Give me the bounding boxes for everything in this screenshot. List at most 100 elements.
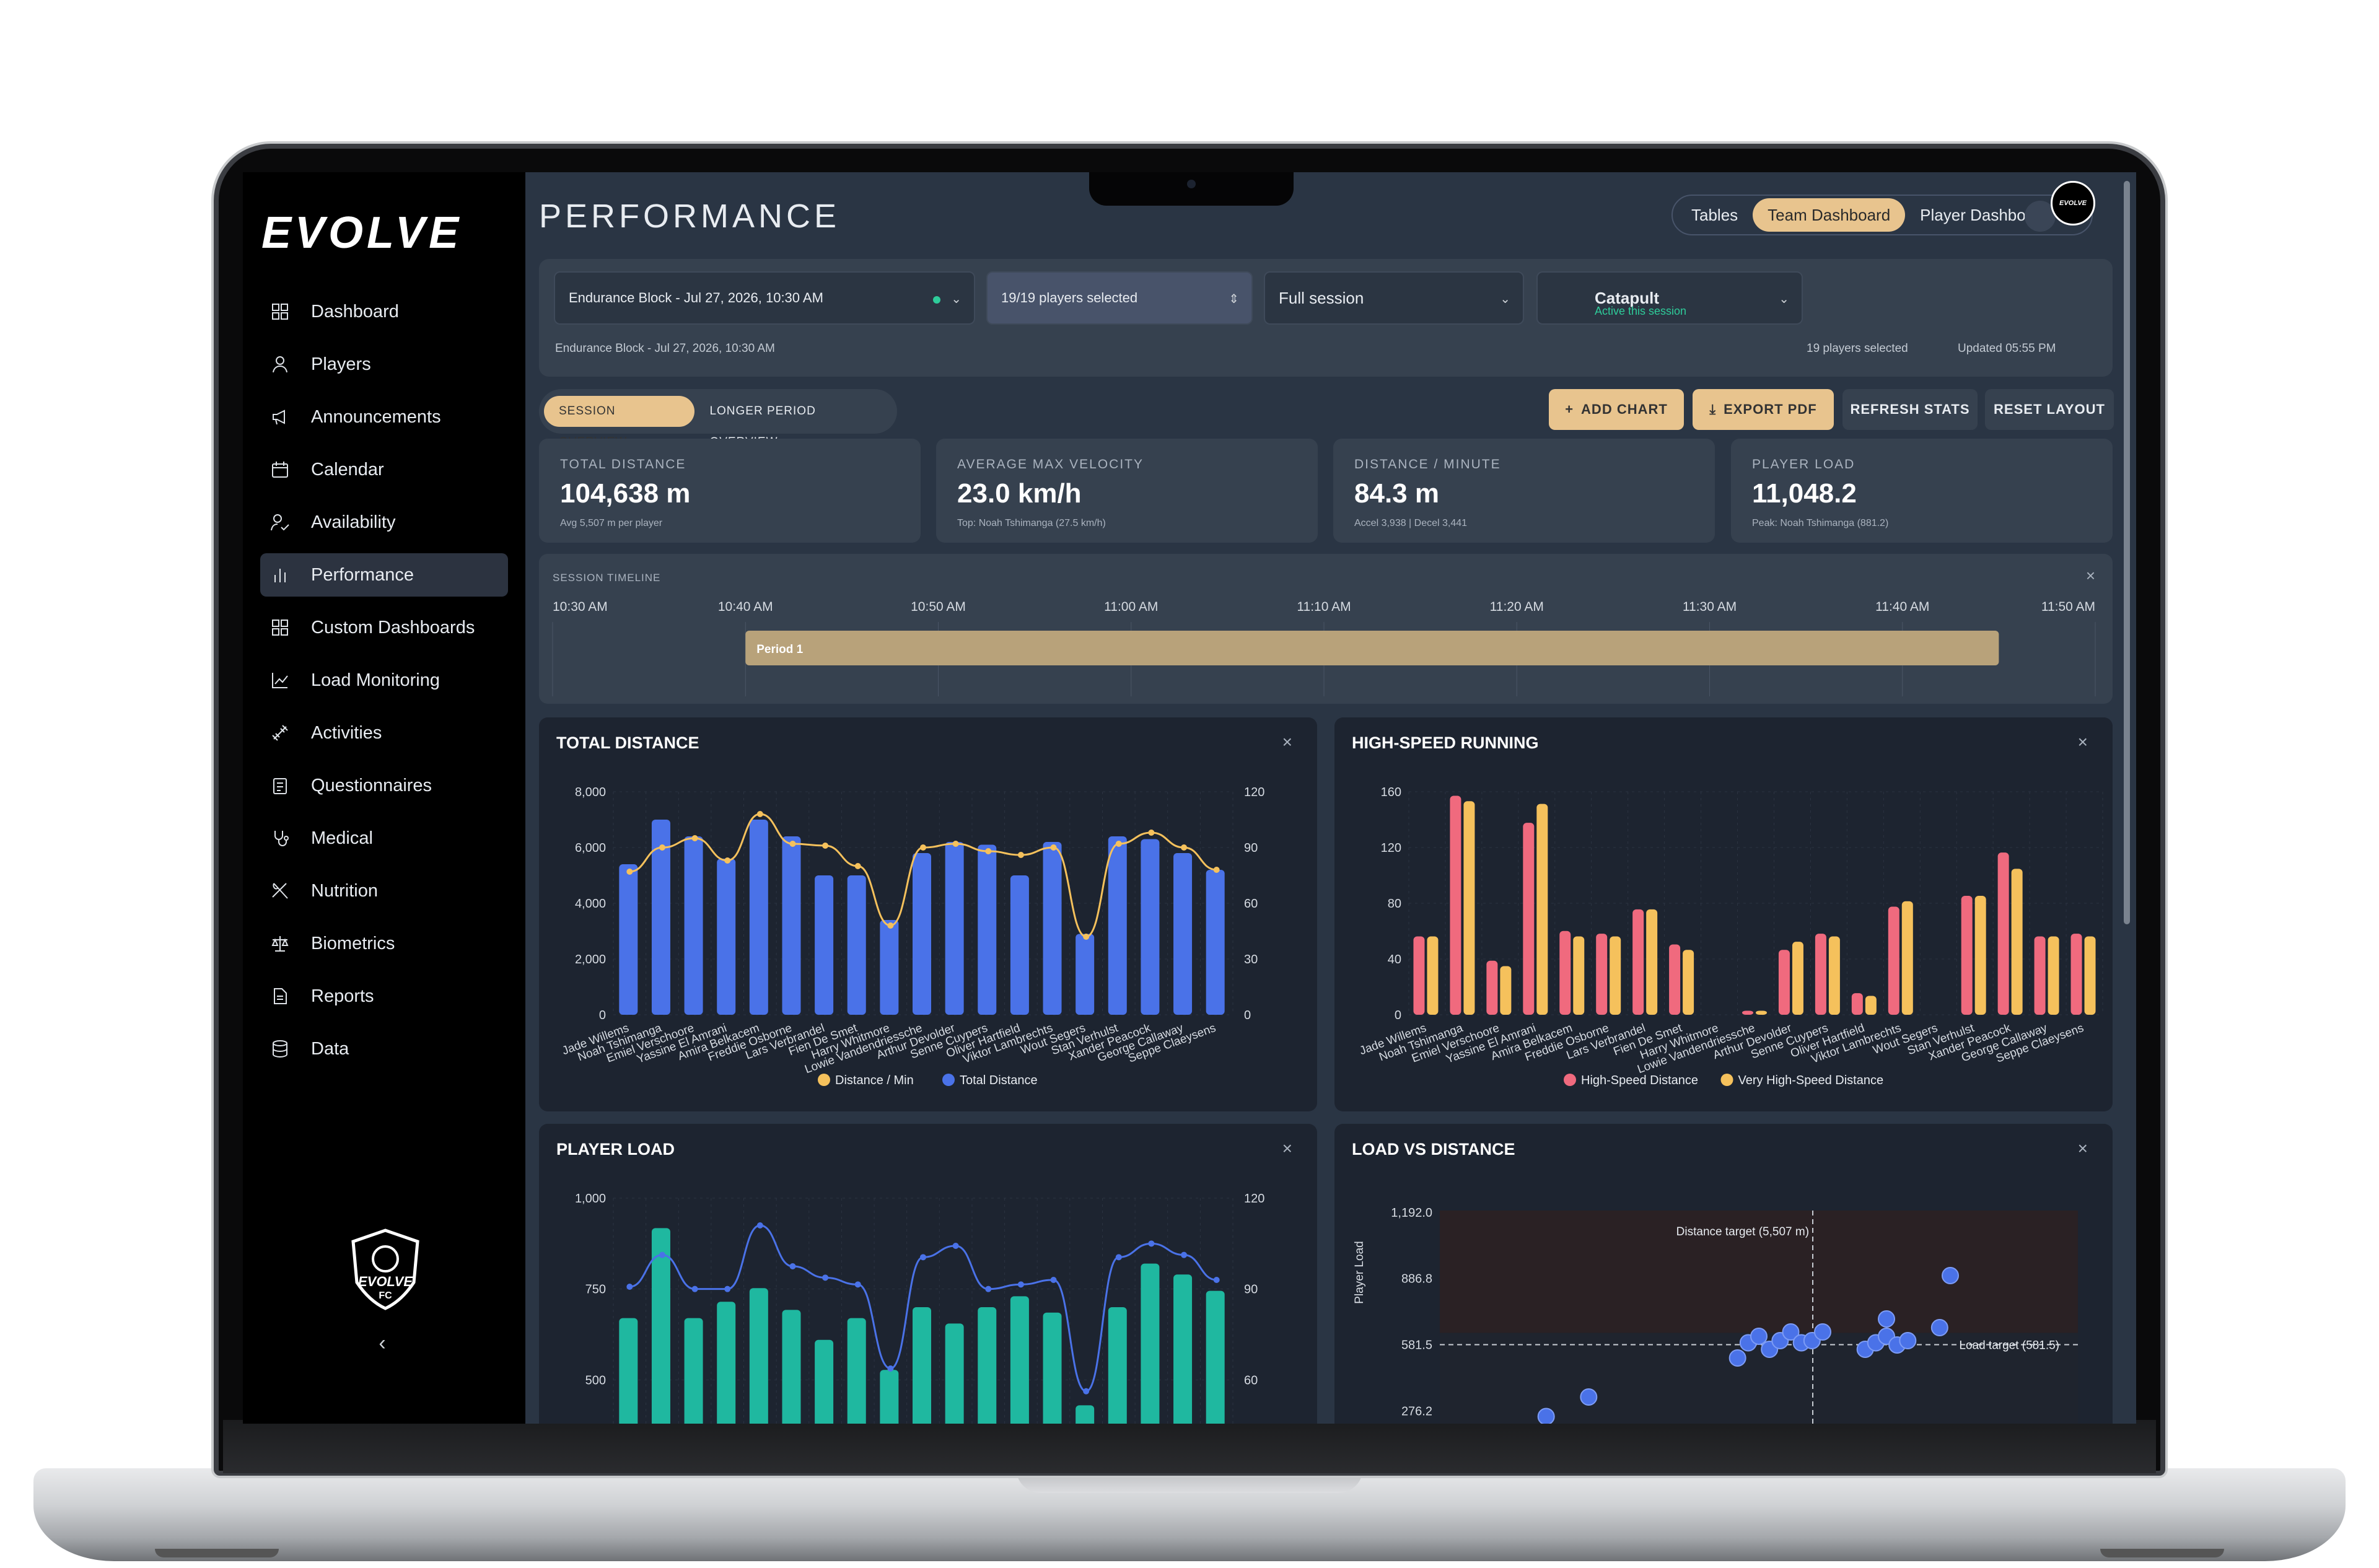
bar bbox=[684, 1318, 703, 1424]
add-chart-label: ADD CHART bbox=[1581, 401, 1668, 417]
overview-tabs: SESSION OVERVIEW LONGER PERIOD OVERVIEW bbox=[539, 389, 897, 449]
period-select-value: Full session bbox=[1279, 288, 1364, 307]
sidebar-item-players[interactable]: Players bbox=[260, 343, 508, 386]
timeline-tick-label: 10:40 AM bbox=[718, 600, 773, 614]
sidebar-item-dashboard[interactable]: Dashboard bbox=[260, 290, 508, 333]
bar bbox=[1010, 875, 1029, 1015]
players-select[interactable]: 19/19 players selected ⇕ bbox=[986, 271, 1253, 325]
laptop-foot-right bbox=[2100, 1549, 2224, 1557]
collapse-sidebar-chevron-icon[interactable]: ‹ bbox=[370, 1331, 395, 1356]
period-select[interactable]: Full session ⌄ bbox=[1264, 271, 1524, 325]
y2-tick-label: 30 bbox=[1244, 953, 1258, 966]
bar bbox=[1742, 1010, 1753, 1015]
sidebar-item-questionnaires[interactable]: Questionnaires bbox=[260, 764, 508, 807]
timeline-tick-label: 11:20 AM bbox=[1490, 600, 1544, 614]
sidebar-item-nutrition[interactable]: Nutrition bbox=[260, 869, 508, 913]
avatar[interactable]: EVOLVE bbox=[2051, 181, 2095, 226]
bar bbox=[1108, 1307, 1127, 1424]
legend-label: High-Speed Distance bbox=[1581, 1074, 1698, 1087]
y-tick-label: 8,000 bbox=[575, 786, 606, 799]
line-point bbox=[724, 1285, 731, 1292]
sidebar-item-medical[interactable]: Medical bbox=[260, 817, 508, 860]
y-tick-label: 6,000 bbox=[575, 841, 606, 855]
sidebar-item-label: Reports bbox=[311, 986, 374, 1006]
tab-session-overview[interactable]: SESSION OVERVIEW bbox=[544, 396, 695, 449]
line-point bbox=[1115, 841, 1122, 847]
tab-team-dashboard[interactable]: Team Dashboard bbox=[1753, 198, 1906, 232]
bar bbox=[1596, 934, 1608, 1015]
sidebar-item-label: Questionnaires bbox=[311, 775, 432, 795]
sidebar-item-custom-dashboards[interactable]: Custom Dashboards bbox=[260, 606, 508, 649]
close-icon[interactable]: × bbox=[1282, 1139, 1292, 1158]
export-pdf-button[interactable]: ⤓ EXPORT PDF bbox=[1693, 389, 1834, 430]
line-point bbox=[920, 844, 926, 851]
add-chart-button[interactable]: + ADD CHART bbox=[1549, 389, 1684, 430]
line-point bbox=[1017, 852, 1024, 858]
data-source-select[interactable]: Catapult Active this session ⌄ bbox=[1536, 271, 1803, 325]
line-point bbox=[789, 1263, 796, 1269]
bar bbox=[1901, 901, 1913, 1015]
evolve-logo: EVOLVE bbox=[261, 209, 458, 258]
kpi-card-player-load: PLAYER LOAD 11,048.2 Peak: Noah Tshimang… bbox=[1731, 439, 2113, 543]
bar bbox=[1646, 909, 1658, 1015]
kpi-label: DISTANCE / MINUTE bbox=[1354, 457, 1501, 471]
bar bbox=[847, 1318, 866, 1424]
sidebar-item-load-monitoring[interactable]: Load Monitoring bbox=[260, 659, 508, 702]
line-point bbox=[626, 1284, 633, 1290]
line-point bbox=[887, 922, 894, 929]
close-icon[interactable]: × bbox=[2078, 732, 2088, 752]
timeline-tick-label: 11:50 AM bbox=[2041, 600, 2095, 614]
scatter-point bbox=[1728, 1349, 1746, 1367]
kpi-value: 11,048.2 bbox=[1752, 478, 1857, 509]
high-speed-running-chart: 16012080400Jade WillemsNoah TshimangaEmi… bbox=[1358, 786, 2103, 1087]
line-point bbox=[1050, 1277, 1057, 1283]
tab-tables[interactable]: Tables bbox=[1676, 198, 1753, 232]
bar bbox=[1851, 993, 1863, 1015]
plus-icon: + bbox=[1565, 401, 1574, 417]
sidebar-item-biometrics[interactable]: Biometrics bbox=[260, 922, 508, 965]
close-icon[interactable]: × bbox=[2078, 1139, 2088, 1158]
bar bbox=[2034, 936, 2046, 1015]
bar bbox=[978, 1307, 997, 1424]
page-scrollbar[interactable] bbox=[2124, 181, 2130, 924]
line-point bbox=[952, 841, 959, 847]
live-status-dot bbox=[933, 296, 940, 304]
scatter-point bbox=[1930, 1319, 1948, 1336]
chart-title: LOAD VS DISTANCE bbox=[1352, 1140, 1515, 1158]
bar bbox=[1792, 942, 1803, 1015]
line-point bbox=[1181, 1251, 1188, 1258]
bar bbox=[1010, 1296, 1029, 1424]
line-point bbox=[1148, 1240, 1155, 1247]
sidebar-item-availability[interactable]: Availability bbox=[260, 501, 508, 544]
line-point bbox=[952, 1243, 959, 1249]
sidebar-item-activities[interactable]: Activities bbox=[260, 711, 508, 755]
bar bbox=[1076, 934, 1095, 1015]
sidebar-item-label: Load Monitoring bbox=[311, 670, 440, 690]
reset-layout-button[interactable]: RESET LAYOUT bbox=[1985, 389, 2114, 430]
bar bbox=[1536, 804, 1548, 1015]
svg-text:FC: FC bbox=[379, 1290, 392, 1301]
sidebar-item-label: Nutrition bbox=[311, 880, 378, 901]
session-timeline: SESSION TIMELINE × 10:30 AM 10:40 AM 10:50 A… bbox=[539, 554, 2113, 704]
bar bbox=[1486, 960, 1498, 1015]
close-icon[interactable]: × bbox=[1282, 732, 1292, 752]
sidebar-item-reports[interactable]: Reports bbox=[260, 975, 508, 1018]
scatter-point bbox=[1814, 1323, 1831, 1341]
y-tick-label: 0 bbox=[1395, 1009, 1401, 1022]
bar bbox=[717, 859, 736, 1015]
line-point bbox=[1213, 867, 1220, 873]
timeline-period-bar bbox=[745, 631, 1999, 665]
refresh-stats-button[interactable]: REFRESH STATS bbox=[1842, 389, 1978, 430]
laptop-hinge bbox=[223, 1420, 2156, 1473]
sidebar-item-announcements[interactable]: Announcements bbox=[260, 395, 508, 439]
sidebar-item-label: Biometrics bbox=[311, 933, 395, 953]
sidebar-item-calendar[interactable]: Calendar bbox=[260, 448, 508, 491]
sidebar-item-performance[interactable]: Performance bbox=[260, 553, 508, 597]
tab-longer-period-overview[interactable]: LONGER PERIOD OVERVIEW bbox=[694, 396, 892, 449]
line-point bbox=[854, 863, 861, 869]
bar bbox=[717, 1302, 736, 1424]
legend-swatch bbox=[942, 1074, 955, 1086]
session-select[interactable]: Endurance Block - Jul 27, 2026, 10:30 AM… bbox=[554, 271, 975, 325]
line-point bbox=[756, 811, 763, 817]
sidebar-item-data[interactable]: Data bbox=[260, 1027, 508, 1071]
